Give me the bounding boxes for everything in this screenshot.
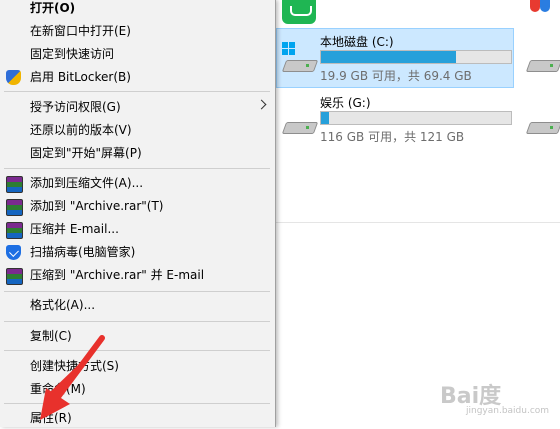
menu-item-scan-virus[interactable]: 扫描病毒(电脑管家) (0, 241, 275, 263)
shield-icon (6, 70, 21, 85)
winrar-icon (6, 268, 23, 285)
menu-item-open[interactable]: 打开(O) (0, 0, 275, 19)
menu-separator (4, 168, 270, 169)
menu-item-label: 属性(R) (30, 411, 72, 425)
hard-disk-icon (525, 56, 560, 72)
context-menu: 打开(O) 在新窗口中打开(E) 固定到快速访问 启用 BitLocker(B)… (0, 0, 276, 427)
menu-item-copy[interactable]: 复制(C) (0, 325, 275, 347)
app-icon[interactable] (282, 0, 316, 24)
menu-item-create-shortcut[interactable]: 创建快捷方式(S) (0, 355, 275, 377)
hard-disk-icon (281, 56, 319, 72)
menu-item-compress-email[interactable]: 压缩并 E-mail... (0, 218, 275, 240)
drive-c-usage-text: 19.9 GB 可用，共 69.4 GB (320, 69, 472, 83)
menu-item-label: 压缩到 "Archive.rar" 并 E-mail (30, 268, 205, 282)
hard-disk-icon (281, 118, 319, 134)
menu-item-label: 授予访问权限(G) (30, 100, 121, 114)
menu-item-label: 扫描病毒(电脑管家) (30, 245, 136, 259)
menu-item-add-to-archive-rar[interactable]: 添加到 "Archive.rar"(T) (0, 195, 275, 217)
drive-c-usage-bar (320, 50, 512, 64)
drive-c-name: 本地磁盘 (C:) (320, 35, 394, 49)
menu-item-bitlocker[interactable]: 启用 BitLocker(B) (0, 66, 275, 88)
winrar-icon (6, 199, 23, 216)
menu-separator (4, 321, 270, 322)
menu-item-label: 压缩并 E-mail... (30, 222, 119, 236)
watermark-url: jingyan.baidu.com (466, 406, 550, 416)
menu-item-label: 启用 BitLocker(B) (30, 70, 131, 84)
menu-item-label: 固定到"开始"屏幕(P) (30, 146, 142, 160)
menu-item-restore-versions[interactable]: 还原以前的版本(V) (0, 119, 275, 141)
windows-logo-icon (282, 42, 296, 56)
drive-g-usage-bar (320, 111, 512, 125)
menu-item-open-new-window[interactable]: 在新窗口中打开(E) (0, 20, 275, 42)
drive-g-usage-text: 116 GB 可用，共 121 GB (320, 130, 465, 144)
winrar-icon (6, 222, 23, 239)
menu-item-format[interactable]: 格式化(A)... (0, 294, 275, 316)
menu-item-add-to-archive[interactable]: 添加到压缩文件(A)... (0, 172, 275, 194)
tencent-pc-manager-icon (6, 245, 21, 260)
menu-separator (4, 291, 270, 292)
menu-item-label: 打开(O) (30, 1, 76, 15)
chevron-right-icon (256, 99, 267, 110)
menu-item-rename[interactable]: 重命名(M) (0, 378, 275, 400)
menu-item-properties[interactable]: 属性(R) (0, 407, 275, 429)
menu-separator (4, 350, 270, 351)
menu-item-compress-rar-email[interactable]: 压缩到 "Archive.rar" 并 E-mail (0, 264, 275, 286)
divider (276, 222, 560, 223)
menu-item-label: 还原以前的版本(V) (30, 123, 132, 137)
menu-item-label: 在新窗口中打开(E) (30, 24, 131, 38)
menu-separator (4, 403, 270, 404)
hard-disk-icon (525, 118, 560, 134)
app-icon[interactable] (528, 0, 558, 18)
menu-item-label: 复制(C) (30, 329, 72, 343)
menu-item-label: 固定到快速访问 (30, 47, 115, 61)
baidu-watermark: Bai度 jingyan.baidu.com (440, 378, 555, 423)
menu-item-label: 添加到 "Archive.rar"(T) (30, 199, 164, 213)
menu-item-label: 创建快捷方式(S) (30, 359, 119, 373)
menu-item-label: 重命名(M) (30, 382, 86, 396)
menu-item-grant-access[interactable]: 授予访问权限(G) (0, 96, 275, 118)
menu-separator (4, 91, 270, 92)
winrar-icon (6, 176, 23, 193)
menu-item-pin-start[interactable]: 固定到"开始"屏幕(P) (0, 142, 275, 164)
drive-g-name: 娱乐 (G:) (320, 96, 371, 110)
menu-item-pin-quick-access[interactable]: 固定到快速访问 (0, 43, 275, 65)
menu-item-label: 添加到压缩文件(A)... (30, 176, 144, 190)
menu-item-label: 格式化(A)... (30, 298, 96, 312)
